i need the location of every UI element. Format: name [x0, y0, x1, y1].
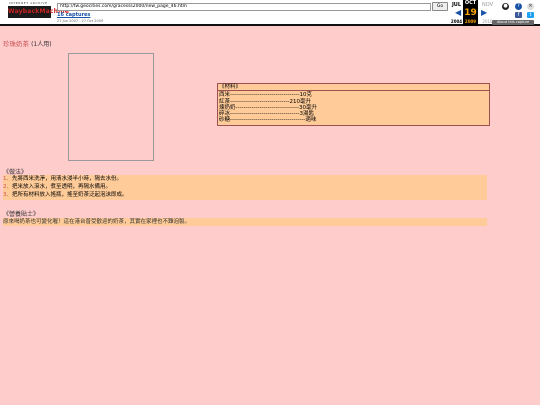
user-icon[interactable]: ●	[502, 3, 509, 10]
close-icon[interactable]: ×	[527, 3, 534, 10]
wayback-logo[interactable]: WaybackMachine	[8, 6, 69, 18]
recipe-image-placeholder	[68, 53, 154, 161]
step-text: 把米放入滾水，煮至透明，再隔水備用。	[12, 184, 112, 190]
step-number: 2、	[3, 184, 12, 190]
url-input[interactable]: http://tw.geocities.com/gracesss2000/new…	[57, 3, 431, 11]
ingredients-table: 《材料》 西米---------------------------------…	[217, 83, 490, 126]
wayback-toolbar: INTERNET ARCHIVE WaybackMachine http://t…	[0, 0, 540, 26]
prev-capture-arrow-icon[interactable]: ◀	[455, 8, 461, 17]
page-title: 珍珠奶茶 (1人用)	[3, 38, 52, 48]
ingredients-header: 《材料》	[218, 84, 489, 92]
twitter-icon[interactable]: t	[527, 12, 534, 18]
step-item: 2、把米放入滾水，煮至透明，再隔水備用。	[3, 183, 487, 191]
year-current: 2009	[464, 19, 477, 24]
step-number: 3、	[3, 192, 12, 198]
about-capture-button[interactable]: About this capture	[492, 20, 534, 25]
serving-size: (1人用)	[31, 41, 52, 48]
recipe-title: 珍珠奶茶	[3, 40, 29, 48]
go-button[interactable]: Go	[432, 2, 448, 11]
step-text: 把所有材料放入搖瓶，搖至奶茶泛起泡沫即成。	[12, 192, 128, 198]
capture-day: 19	[464, 8, 477, 18]
internet-archive-label: INTERNET ARCHIVE	[9, 1, 48, 5]
nutrition-tip: 原來喝奶茶也可變化喔！這在港台普受歡迎的奶茶，其實在家裡也不難泡製。	[3, 218, 487, 226]
method-steps: 1、先將西米洗淨，用清水浸半小時，隔去水份。 2、把米放入滾水，煮至透明，再隔水…	[3, 175, 487, 200]
step-text: 先將西米洗淨，用清水浸半小時，隔去水份。	[12, 176, 123, 182]
capture-range: 27 Jun 2007 - 27 Oct 2009	[57, 19, 104, 23]
facebook-icon[interactable]: f	[515, 12, 522, 18]
step-item: 1、先將西米洗淨，用清水浸半小時，隔去水份。	[3, 175, 487, 183]
ingredient-row: 砂糖--------------------------------------…	[219, 117, 317, 124]
step-item: 3、把所有材料放入搖瓶，搖至奶茶泛起泡沫即成。	[3, 191, 487, 199]
year-prev[interactable]: 2004	[449, 19, 464, 24]
tips-heading: 《營養貼士》	[3, 211, 40, 218]
step-number: 1、	[3, 176, 12, 182]
help-icon[interactable]: ?	[515, 3, 522, 10]
next-capture-arrow-icon[interactable]: ▶	[481, 8, 487, 17]
captures-link[interactable]: 16 captures	[57, 12, 90, 18]
